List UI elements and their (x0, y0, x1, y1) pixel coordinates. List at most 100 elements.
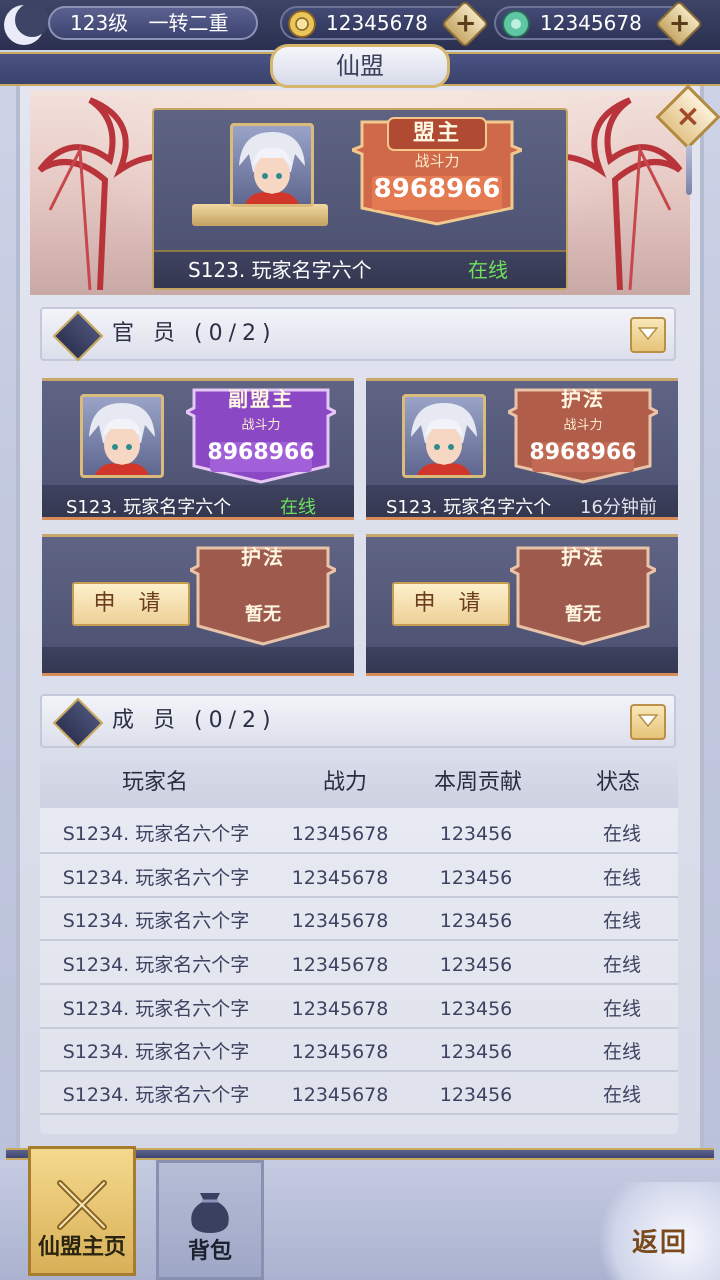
top-status-bar: 123级 一转二重 12345678 + 12345678 + (0, 0, 720, 50)
officer-name: S123. 玩家名字六个 (386, 497, 552, 518)
player-name-cell: S1234. 玩家名六个字 (62, 910, 250, 932)
player-level[interactable]: 123级 一转二重 (48, 6, 258, 40)
leader-status: 在线 (468, 258, 508, 282)
contribution-cell: 123456 (439, 867, 513, 889)
plus-icon: + (668, 8, 691, 39)
level-text: 123级 (70, 11, 129, 35)
gold-currency: 12345678 + (280, 0, 490, 49)
plus-icon: + (454, 8, 477, 39)
power-cell: 12345678 (291, 823, 389, 845)
gold-value: 12345678 (326, 11, 428, 35)
leader-avatar[interactable] (230, 123, 314, 207)
status-cell: 在线 (602, 910, 641, 932)
rank-title: 护法 (241, 545, 285, 569)
officers-title: 官 员 (0/2) (112, 321, 277, 346)
slot-footer (42, 647, 354, 673)
column-header: 状态 (595, 770, 640, 795)
contribution-cell: 123456 (439, 1041, 513, 1063)
empty-text: 暂无 (245, 604, 281, 625)
table-header: 玩家名 战力 本周贡献 状态 (40, 758, 678, 808)
rebirth-text: 一转二重 (148, 11, 229, 35)
player-name-cell: S1234. 玩家名六个字 (62, 823, 250, 845)
jade-value: 12345678 (540, 11, 642, 35)
leader-rank-badge: 盟主 战斗力 8968966 (352, 116, 522, 226)
character-portrait-icon (239, 132, 305, 204)
power-cell: 12345678 (291, 998, 389, 1020)
status-cell: 在线 (602, 1084, 641, 1106)
column-header: 战力 (322, 770, 367, 795)
add-gold-button[interactable]: + (440, 0, 490, 49)
back-button[interactable]: 返回 (588, 1182, 720, 1280)
leader-name: S123. 玩家名字六个 (188, 258, 372, 282)
tab-label: 仙盟主页 (37, 1235, 126, 1260)
character-portrait-icon (411, 403, 477, 475)
guard-rank-badge: 护法 暂无 (510, 542, 656, 646)
table-row[interactable]: S1234. 玩家名六个字 12345678 123456 在线 (40, 858, 678, 898)
officer-status: 在线 (280, 497, 316, 518)
guard-rank-badge: 护法 暂无 (190, 542, 336, 646)
power-cell: 12345678 (291, 910, 389, 932)
contribution-cell: 123456 (439, 998, 513, 1020)
power-cell: 12345678 (291, 867, 389, 889)
rank-title: 护法 (561, 545, 605, 569)
table-row[interactable]: S1234. 玩家名六个字 12345678 123456 在线 (40, 1075, 678, 1115)
members-title: 成 员 (0/2) (112, 708, 277, 733)
player-name-cell: S1234. 玩家名六个字 (62, 1041, 250, 1063)
power-label: 战斗力 (241, 418, 281, 433)
officer-avatar[interactable] (402, 394, 486, 478)
close-icon: × (675, 99, 701, 134)
officer-name: S123. 玩家名字六个 (66, 497, 232, 518)
rank-title: 护法 (561, 387, 605, 411)
add-jade-button[interactable]: + (654, 0, 704, 49)
apply-button[interactable]: 申 请 (392, 582, 510, 626)
contribution-cell: 123456 (439, 954, 513, 976)
members-icon (52, 697, 104, 749)
status-cell: 在线 (602, 954, 641, 976)
table-row[interactable]: S1234. 玩家名六个字 12345678 123456 在线 (40, 814, 678, 854)
power-cell: 12345678 (291, 1084, 389, 1106)
power-cell: 12345678 (291, 954, 389, 976)
rank-title: 盟主 (412, 120, 461, 146)
status-cell: 在线 (602, 823, 641, 845)
column-header: 玩家名 (121, 770, 188, 795)
slot-footer (366, 647, 678, 673)
table-row[interactable]: S1234. 玩家名六个字 12345678 123456 在线 (40, 989, 678, 1029)
player-name-cell: S1234. 玩家名六个字 (62, 867, 250, 889)
tab-guild-home[interactable]: 仙盟主页 (28, 1146, 136, 1276)
empty-text: 暂无 (565, 604, 601, 625)
table-row[interactable]: S1234. 玩家名六个字 12345678 123456 在线 (40, 945, 678, 985)
player-name-cell: S1234. 玩家名六个字 (62, 998, 250, 1020)
guard-rank-badge: 护法 战斗力 8968966 (508, 384, 658, 484)
coin-icon (288, 10, 316, 38)
tassel-decoration (686, 145, 692, 195)
page-title: 仙盟 (270, 44, 450, 88)
officer-avatar[interactable] (80, 394, 164, 478)
collapse-officers-button[interactable] (630, 317, 666, 353)
power-value: 8968966 (529, 440, 637, 465)
portrait-pedestal (192, 204, 328, 226)
officer-hat-icon (52, 310, 104, 362)
table-row[interactable]: S1234. 玩家名六个字 12345678 123456 在线 (40, 901, 678, 941)
status-cell: 在线 (602, 1041, 641, 1063)
rank-title: 副盟主 (228, 387, 294, 411)
column-header: 本周贡献 (433, 770, 522, 795)
power-value: 8968966 (373, 174, 501, 204)
members-section-header[interactable]: 成 员 (0/2) (40, 694, 676, 749)
contribution-cell: 123456 (439, 1084, 513, 1106)
tab-bag[interactable]: 背包 (156, 1160, 264, 1280)
power-cell: 12345678 (291, 1041, 389, 1063)
officer-status: 16分钟前 (580, 497, 657, 518)
table-row[interactable]: S1234. 玩家名六个字 12345678 123456 在线 (40, 1032, 678, 1072)
power-label: 战斗力 (414, 152, 460, 170)
collapse-members-button[interactable] (630, 704, 666, 740)
status-cell: 在线 (602, 998, 641, 1020)
tab-label: 背包 (187, 1239, 232, 1264)
back-label: 返回 (632, 1228, 689, 1258)
jade-icon (502, 10, 530, 38)
power-label: 战斗力 (563, 418, 603, 433)
player-name-cell: S1234. 玩家名六个字 (62, 954, 250, 976)
officers-section-header[interactable]: 官 员 (0/2) (40, 307, 676, 362)
player-name-cell: S1234. 玩家名六个字 (62, 1084, 250, 1106)
contribution-cell: 123456 (439, 823, 513, 845)
apply-button[interactable]: 申 请 (72, 582, 190, 626)
